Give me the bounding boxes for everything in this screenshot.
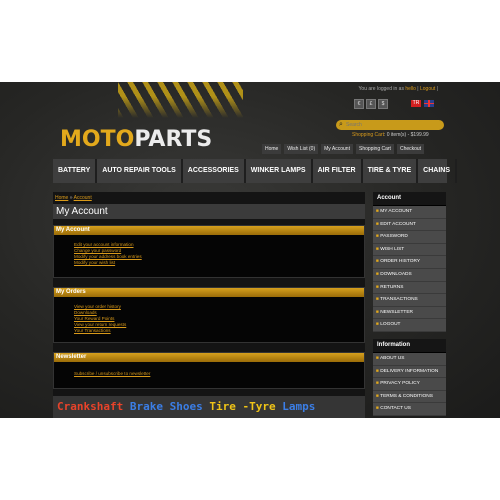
sidebar-item-logout[interactable]: ■ LOGOUT [373,319,446,332]
sidebar-item-my-account[interactable]: ■ MY ACCOUNT [373,206,446,219]
currency-pound-button[interactable]: £ [366,99,376,109]
nav-shopping-cart[interactable]: Shopping Cart [355,144,394,154]
newsletter-section: Newsletter Subscribe / unsubscribe to ne… [53,352,365,389]
menu-air-filter[interactable]: AIR FILTER [313,159,363,183]
banner-tire-tyre: Tire -Tyre [209,400,276,413]
logged-in-text: You are logged in as [358,86,404,92]
sidebar-item-wish-list[interactable]: ■ WISH LIST [373,244,446,257]
turkish-flag-icon[interactable]: TR [411,100,421,107]
cart-summary: Shopping Cart: 0 item(s) - $199.99 [352,132,429,138]
currency-selector: € £ $ [354,99,388,109]
header-nav: Home Wish List (0) My Account Shopping C… [262,144,425,154]
store-page: You are logged in as hello | Logout | € … [0,82,500,418]
wish-list-link[interactable]: Modify your wish list [74,260,364,266]
section-header: My Orders [54,288,364,297]
breadcrumb-home[interactable]: Home [55,195,68,201]
nav-wish-list[interactable]: Wish List (0) [284,144,319,154]
banner-brake-shoes: Brake Shoes [129,400,203,413]
sidebar-item-contact-us[interactable]: ■ CONTACT US [373,403,446,416]
sidebar-item-returns[interactable]: ■ RETURNS [373,282,446,295]
sidebar-item-newsletter[interactable]: ■ NEWSLETTER [373,307,446,320]
nav-home[interactable]: Home [262,144,282,154]
section-header: Newsletter [54,353,364,362]
newsletter-link[interactable]: Subscribe / unsubscribe to newsletter [74,371,364,377]
my-orders-section: My Orders View your order history Downlo… [53,287,365,343]
menu-tire-tyre[interactable]: TIRE & TYRE [363,159,419,183]
sidebar-item-order-history[interactable]: ■ ORDER HISTORY [373,256,446,269]
search-icon[interactable]: ⌕ [336,121,346,129]
currency-euro-button[interactable]: € [354,99,364,109]
menu-accessories[interactable]: ACCESSORIES [183,159,246,183]
category-banner[interactable]: Crankshaft Brake Shoes Tire -Tyre Lamps [53,396,365,418]
logout-link[interactable]: Logout [420,86,435,92]
nav-my-account[interactable]: My Account [321,144,353,154]
banner-crankshaft: Crankshaft [57,400,124,413]
user-link[interactable]: hello [405,86,416,92]
category-menu: BATTERY AUTO REPAIR TOOLS ACCESSORIES WI… [53,159,457,183]
cart-total: : 0 item(s) - $199.99 [383,132,429,138]
hazard-stripes [118,82,243,118]
sidebar-item-downloads[interactable]: ■ DOWNLOADS [373,269,446,282]
menu-auto-repair-tools[interactable]: AUTO REPAIR TOOLS [97,159,183,183]
sidebar-item-password[interactable]: ■ PASSWORD [373,231,446,244]
currency-dollar-button[interactable]: $ [378,99,388,109]
main-content: Home » Account My Account My Account Edi… [53,192,365,418]
sidebar-title: Account [373,192,446,206]
sidebar-item-privacy-policy[interactable]: ■ PRIVACY POLICY [373,378,446,391]
menu-chains[interactable]: CHAINS [418,159,457,183]
search-bar: ⌕ [336,120,444,130]
account-sidebar: Account ■ MY ACCOUNT ■ EDIT ACCOUNT ■ PA… [373,192,446,332]
site-logo[interactable]: MOTOPARTS [60,127,212,152]
english-flag-icon[interactable] [424,100,434,107]
search-input[interactable] [346,120,436,130]
banner-lamps: Lamps [282,400,316,413]
breadcrumb-account[interactable]: Account [74,195,92,201]
sidebar-item-terms-conditions[interactable]: ■ TERMS & CONDITIONS [373,391,446,404]
sidebar-item-transactions[interactable]: ■ TRANSACTIONS [373,294,446,307]
cart-link[interactable]: Shopping Cart [352,132,384,138]
sidebar-item-edit-account[interactable]: ■ EDIT ACCOUNT [373,219,446,232]
login-status: You are logged in as hello | Logout | [358,86,438,92]
breadcrumb: Home » Account [55,195,92,201]
logo-part-moto: MOTO [60,127,135,152]
menu-battery[interactable]: BATTERY [53,159,98,183]
sidebar-item-about-us[interactable]: ■ ABOUT US [373,353,446,366]
language-selector: TR [411,100,434,107]
transactions-link[interactable]: Your Transactions [74,328,364,334]
page-title: My Account [53,204,365,219]
sidebar-item-delivery-information[interactable]: ■ DELIVERY INFORMATION [373,366,446,379]
nav-checkout[interactable]: Checkout [396,144,425,154]
sidebar-title: Information [373,339,446,353]
logo-part-parts: PARTS [134,127,213,152]
information-sidebar: Information ■ ABOUT US ■ DELIVERY INFORM… [373,339,446,416]
menu-winker-lamps[interactable]: WINKER LAMPS [246,159,313,183]
my-account-section: My Account Edit your account information… [53,225,365,278]
breadcrumb-separator: » [69,195,73,201]
section-header: My Account [54,226,364,235]
